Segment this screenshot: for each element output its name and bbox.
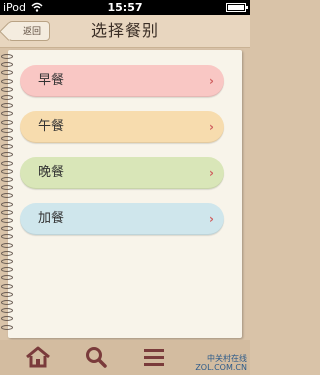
spiral-ring: [1, 226, 13, 232]
spiral-ring: [1, 127, 13, 133]
menu-item-snack[interactable]: 加餐 ›: [20, 203, 224, 235]
spiral-ring: [1, 193, 13, 199]
menu-item-breakfast[interactable]: 早餐 ›: [20, 65, 224, 97]
menu-item-label: 午餐: [38, 119, 65, 134]
spiral-ring: [1, 267, 13, 273]
menu-item-dinner[interactable]: 晚餐 ›: [20, 157, 224, 189]
spiral-ring: [1, 234, 13, 240]
nav-header: 返回 选择餐别: [0, 15, 250, 48]
chevron-right-icon: ›: [209, 74, 214, 88]
spiral-ring: [1, 275, 13, 281]
battery-icon: [226, 3, 248, 12]
status-bar: iPod 15:57: [0, 0, 250, 15]
spiral-ring: [1, 291, 13, 297]
spiral-ring: [1, 78, 13, 84]
spiral-ring: [1, 62, 13, 68]
menu-item-lunch[interactable]: 午餐 ›: [20, 111, 224, 143]
search-icon[interactable]: [82, 345, 110, 369]
menu-item-label: 晚餐: [38, 165, 65, 180]
chevron-right-icon: ›: [209, 166, 214, 180]
spiral-binding: [0, 54, 14, 336]
spiral-ring: [1, 152, 13, 158]
spiral-ring: [1, 103, 13, 109]
spiral-ring: [1, 119, 13, 125]
spiral-ring: [1, 177, 13, 182]
spiral-ring: [1, 316, 13, 322]
spiral-ring: [1, 70, 13, 76]
spiral-ring: [1, 324, 13, 330]
spiral-ring: [1, 218, 13, 223]
spiral-ring: [1, 209, 13, 215]
spiral-ring: [1, 185, 13, 191]
spiral-ring: [1, 136, 13, 141]
spiral-ring: [1, 111, 13, 117]
spiral-ring: [1, 144, 13, 150]
spiral-ring: [1, 242, 13, 248]
status-time: 15:57: [107, 1, 143, 14]
spiral-ring: [1, 259, 13, 264]
spiral-ring: [1, 308, 13, 314]
menu-item-label: 加餐: [38, 211, 65, 226]
spiral-ring: [1, 201, 13, 207]
menu-icon[interactable]: [140, 345, 168, 369]
spiral-ring: [1, 160, 13, 166]
menu-item-label: 早餐: [38, 73, 65, 88]
bottom-toolbar: 中关村在线 ZOL.COM.CN: [0, 340, 250, 375]
spiral-ring: [1, 168, 13, 174]
watermark: 中关村在线 ZOL.COM.CN: [195, 354, 247, 372]
spiral-ring: [1, 54, 13, 59]
spiral-ring: [1, 300, 13, 305]
spiral-ring: [1, 250, 13, 256]
spiral-ring: [1, 283, 13, 289]
chevron-right-icon: ›: [209, 120, 214, 134]
chevron-right-icon: ›: [209, 212, 214, 226]
page-title: 选择餐别: [90, 21, 159, 40]
spiral-ring: [1, 86, 13, 92]
home-icon[interactable]: [24, 345, 52, 369]
spiral-ring: [1, 95, 13, 100]
